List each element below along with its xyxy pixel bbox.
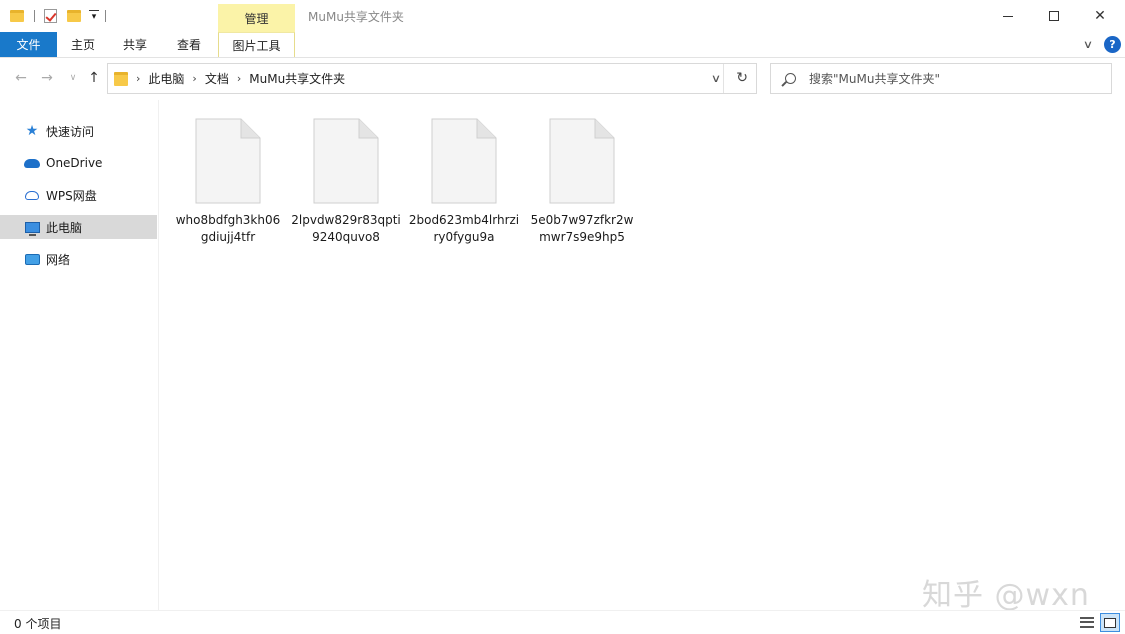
minimize-icon [1003, 15, 1013, 17]
help-icon[interactable]: ? [1104, 36, 1121, 53]
blank-file-icon [195, 118, 261, 204]
minimize-button[interactable] [985, 0, 1031, 32]
breadcrumb-this-pc[interactable]: 此电脑 [148, 70, 184, 87]
blank-file-icon [431, 118, 497, 204]
network-icon [24, 252, 40, 266]
recent-locations-chevron-icon[interactable]: ∨ [64, 69, 82, 87]
expand-ribbon-chevron-icon[interactable]: ∨ [1083, 38, 1093, 51]
item-count: 0 个项目 [14, 617, 62, 631]
breadcrumb-separator[interactable]: › [192, 72, 196, 85]
search-placeholder: 搜索"MuMu共享文件夹" [809, 72, 940, 86]
maximize-button[interactable] [1031, 0, 1077, 32]
file-name: 5e0b7w97zfkr2wmwr7s9e9hp5 [530, 213, 634, 244]
file-name: 2lpvdw829r83qpti9240quvo8 [291, 213, 401, 244]
sidebar-item-onedrive[interactable]: OneDrive [0, 151, 157, 175]
customize-toolbar-chevron-icon[interactable]: ▾ [89, 10, 99, 22]
context-tab-group-label: 管理 [218, 4, 295, 32]
close-button[interactable]: ✕ [1077, 0, 1123, 32]
watermark: 知乎 @wxn [922, 578, 1090, 613]
toolbar-divider [105, 10, 106, 22]
breadcrumb-separator[interactable]: › [136, 72, 140, 85]
address-bar[interactable]: › 此电脑 › 文档 › MuMu共享文件夹 ∨ ↻ [107, 63, 757, 94]
file-list-view[interactable]: who8bdfgh3kh06gdiujj4tfr 2lpvdw829r83qpt… [160, 100, 1125, 610]
navigation-pane: ★ 快速访问 OneDrive WPS网盘 此电脑 网络 [0, 100, 159, 610]
status-bar: 0 个项目 [0, 610, 1125, 634]
address-divider [723, 64, 724, 93]
sidebar-item-wps-drive[interactable]: WPS网盘 [0, 183, 157, 207]
breadcrumb-documents[interactable]: 文档 [205, 70, 229, 87]
breadcrumb-separator[interactable]: › [237, 72, 241, 85]
blank-file-icon [313, 118, 379, 204]
refresh-icon[interactable]: ↻ [736, 70, 748, 86]
blank-file-icon [549, 118, 615, 204]
ribbon-tab-bar: 文件 主页 共享 查看 图片工具 ∨ ? [0, 32, 1125, 58]
sidebar-item-label: 网络 [46, 252, 71, 267]
breadcrumb-current-folder[interactable]: MuMu共享文件夹 [249, 70, 345, 87]
file-item[interactable]: 5e0b7w97zfkr2wmwr7s9e9hp5 [523, 116, 641, 246]
file-name: 2bod623mb4lrhrziry0fygu9a [408, 213, 520, 244]
search-box[interactable]: 搜索"MuMu共享文件夹" [770, 63, 1112, 94]
wps-cloud-icon [24, 188, 40, 202]
toolbar-divider [34, 10, 35, 22]
file-name: who8bdfgh3kh06gdiujj4tfr [175, 213, 281, 244]
computer-icon [24, 220, 40, 236]
sidebar-item-this-pc[interactable]: 此电脑 [0, 215, 157, 239]
sidebar-item-label: WPS网盘 [46, 188, 97, 203]
tab-picture-tools[interactable]: 图片工具 [218, 32, 295, 57]
maximize-icon [1049, 11, 1059, 21]
cloud-icon [24, 156, 40, 170]
up-arrow-icon[interactable]: ↑ [85, 69, 103, 87]
back-arrow-icon[interactable]: ← [12, 69, 30, 87]
sidebar-item-quick-access[interactable]: ★ 快速访问 [0, 119, 157, 143]
tab-view[interactable]: 查看 [163, 32, 215, 57]
folder-icon[interactable] [10, 10, 24, 22]
forward-arrow-icon[interactable]: → [38, 69, 56, 87]
window-title: MuMu共享文件夹 [308, 10, 404, 24]
file-item[interactable]: 2lpvdw829r83qpti9240quvo8 [287, 116, 405, 246]
details-view-icon[interactable] [1078, 614, 1096, 631]
properties-icon[interactable] [44, 9, 57, 23]
search-icon [785, 73, 796, 84]
quick-access-toolbar: ▾ [10, 6, 106, 26]
folder-icon [114, 71, 128, 86]
tab-share[interactable]: 共享 [109, 32, 161, 57]
file-item[interactable]: who8bdfgh3kh06gdiujj4tfr [169, 116, 287, 246]
sidebar-item-network[interactable]: 网络 [0, 247, 157, 271]
sidebar-item-label: OneDrive [46, 156, 103, 170]
new-folder-icon[interactable] [67, 10, 81, 22]
address-history-chevron-icon[interactable]: ∨ [711, 72, 721, 85]
tab-file[interactable]: 文件 [0, 32, 57, 57]
close-icon: ✕ [1094, 8, 1106, 24]
sidebar-item-label: 快速访问 [46, 124, 95, 139]
sidebar-item-label: 此电脑 [46, 220, 83, 235]
star-icon: ★ [25, 123, 39, 139]
navigation-bar: ← → ∨ ↑ › 此电脑 › 文档 › MuMu共享文件夹 ∨ ↻ 搜索"Mu… [0, 58, 1125, 98]
large-icons-view-icon[interactable] [1100, 613, 1120, 632]
tab-home[interactable]: 主页 [57, 32, 109, 57]
title-bar: ▾ 管理 MuMu共享文件夹 ✕ [0, 0, 1125, 32]
file-item[interactable]: 2bod623mb4lrhrziry0fygu9a [405, 116, 523, 246]
